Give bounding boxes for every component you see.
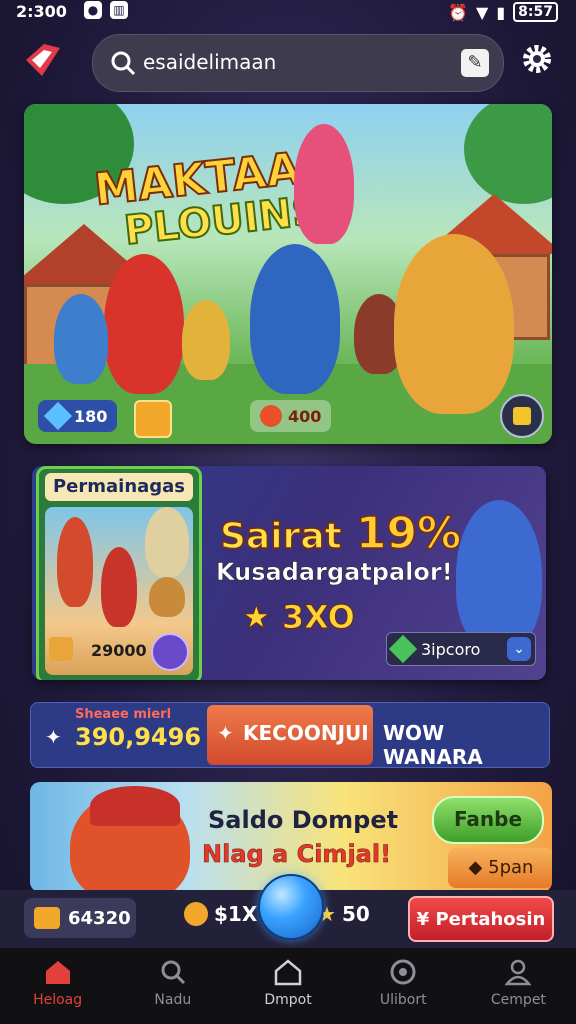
coin-badge-icon[interactable]: [134, 400, 172, 438]
chest-icon: [34, 907, 60, 929]
sparkle-icon: ✦: [217, 721, 234, 745]
red-action-label: Pertahosin: [435, 909, 546, 930]
promo-percent: 19%: [355, 507, 462, 560]
nav-label: Ulibort: [379, 992, 427, 1008]
character-blue-hat: [250, 244, 340, 394]
signal-icon: ▮: [496, 2, 506, 22]
nav-label: Dmpot: [264, 992, 312, 1008]
wifi-icon: ▼: [476, 2, 489, 22]
character-small: [182, 300, 230, 380]
promo-badge-text: 3ipcoro: [421, 639, 481, 659]
right-stat: ★ 50: [318, 902, 370, 926]
promo-card[interactable]: Permainagas 29000 Sairat 19% Kusadargatpa…: [32, 466, 546, 680]
person-icon: [504, 959, 532, 986]
game-card[interactable]: Permainagas 29000: [36, 466, 202, 680]
promo-reward: ★ 3XO: [242, 598, 356, 637]
ticker-amount: 390,9496: [75, 723, 202, 751]
nav-item-wallet[interactable]: Dmpot: [230, 948, 345, 1024]
promo-subline: Kusadargatpalor!: [216, 558, 453, 587]
ticker-label: Sheaee mierl: [75, 707, 172, 722]
status-time: 2:300: [16, 2, 67, 21]
home-icon: [45, 961, 70, 984]
tree-decoration: [464, 104, 552, 204]
gem-count: 180: [74, 406, 108, 426]
card-icon: [49, 637, 73, 661]
promo-badge[interactable]: 3ipcoro ⌄: [386, 632, 536, 666]
character-small: [54, 294, 108, 384]
character: [57, 517, 93, 607]
nav-label: Heloag: [33, 992, 83, 1008]
game-card-value: 29000: [91, 641, 147, 660]
search-icon: [111, 51, 136, 76]
promo-headline: Sairat 19%: [219, 507, 462, 560]
search-bar[interactable]: esaidelimaan ✎: [92, 34, 504, 92]
star-icon: ★: [242, 598, 272, 637]
center-orb-button[interactable]: [258, 874, 324, 940]
left-stat: $1X: [184, 902, 257, 926]
hero-banner[interactable]: MAKTAA PLOUINS 180 400: [24, 104, 552, 444]
game-card-title: Permainagas: [45, 473, 193, 501]
right-stat-value: 50: [341, 902, 370, 926]
coin-balance[interactable]: 64320: [24, 898, 136, 938]
wallet-secondary-button[interactable]: ◆ 5pan: [448, 848, 552, 888]
nav-label: Cempet: [490, 992, 546, 1008]
dog-character: [149, 577, 185, 617]
chevron-down-icon[interactable]: ⌄: [507, 637, 531, 661]
ticker-button-label: KECOONJUI: [243, 721, 369, 745]
promo-headline-text: Sairat: [219, 515, 342, 558]
bottom-nav: Heloag Nadu Dmpot Ulibort Cempet: [0, 948, 576, 1024]
nav-item-profile[interactable]: Cempet: [461, 948, 576, 1024]
search-icon: [161, 960, 185, 985]
ticker-button[interactable]: ✦ KECOONJUI: [207, 705, 373, 765]
status-notification-icons: ● ▥: [84, 1, 128, 19]
jackpot-ticker[interactable]: Sheaee mierl ✦ 390,9496 ✦ KECOONJUI WOW …: [30, 702, 550, 768]
character-big: [394, 234, 514, 414]
coin-icon: [184, 902, 208, 926]
sparkle-icon: ✦: [45, 725, 62, 749]
ticker-right-text: WOW WANARA: [383, 721, 483, 768]
promo-reward-value: 3XO: [281, 598, 355, 637]
circle-icon: [390, 959, 416, 985]
wallet-subtitle: Nlag a Cimjal!: [202, 840, 392, 869]
character-promo: [456, 500, 542, 650]
character: [145, 507, 189, 577]
left-stat-value: $1X: [214, 902, 258, 926]
chest-icon: [513, 407, 531, 425]
red-hat-decoration: [90, 786, 180, 826]
character-jumping: [294, 124, 354, 244]
status-right: ⏰ ▼ ▮ 8:57: [448, 2, 558, 22]
coin-icon: [260, 405, 282, 427]
wallet-secondary-label: 5pan: [488, 857, 534, 878]
gem-icon: [43, 401, 73, 431]
heart-icon[interactable]: [151, 633, 189, 671]
app-logo[interactable]: [22, 42, 62, 78]
battery-text: 8:57: [513, 2, 558, 22]
red-action-button[interactable]: ¥ Pertahosin: [408, 896, 554, 942]
character-red-hat: [104, 254, 184, 394]
house-outline-icon: [274, 959, 302, 986]
alarm-icon: ⏰: [448, 2, 469, 22]
diamond-icon: ◆: [468, 857, 483, 878]
notification-icon: ▥: [110, 1, 128, 19]
down-arrow-icon: ¥: [416, 909, 430, 930]
nav-item-ulibort[interactable]: Ulibort: [346, 948, 461, 1024]
coin-counter: 400: [250, 400, 332, 432]
search-input[interactable]: esaidelimaan: [143, 50, 276, 74]
nav-label: Nadu: [154, 992, 192, 1008]
gear-icon[interactable]: [520, 42, 554, 76]
character: [101, 547, 137, 627]
gem-counter: 180: [38, 400, 118, 432]
coin-count: 400: [288, 406, 322, 426]
status-bar: 2:300 ● ▥ ⏰ ▼ ▮ 8:57: [0, 0, 576, 24]
nav-item-home[interactable]: Heloag: [0, 948, 115, 1024]
notification-icon: ●: [84, 1, 102, 19]
coin-balance-value: 64320: [68, 907, 131, 929]
gem-icon: [388, 634, 418, 664]
edit-icon[interactable]: ✎: [461, 49, 489, 77]
nav-item-search[interactable]: Nadu: [115, 948, 230, 1024]
wallet-primary-button[interactable]: Fanbe: [432, 796, 544, 844]
banner-action-button[interactable]: [500, 394, 544, 438]
wallet-title: Saldo Dompet: [208, 806, 399, 834]
